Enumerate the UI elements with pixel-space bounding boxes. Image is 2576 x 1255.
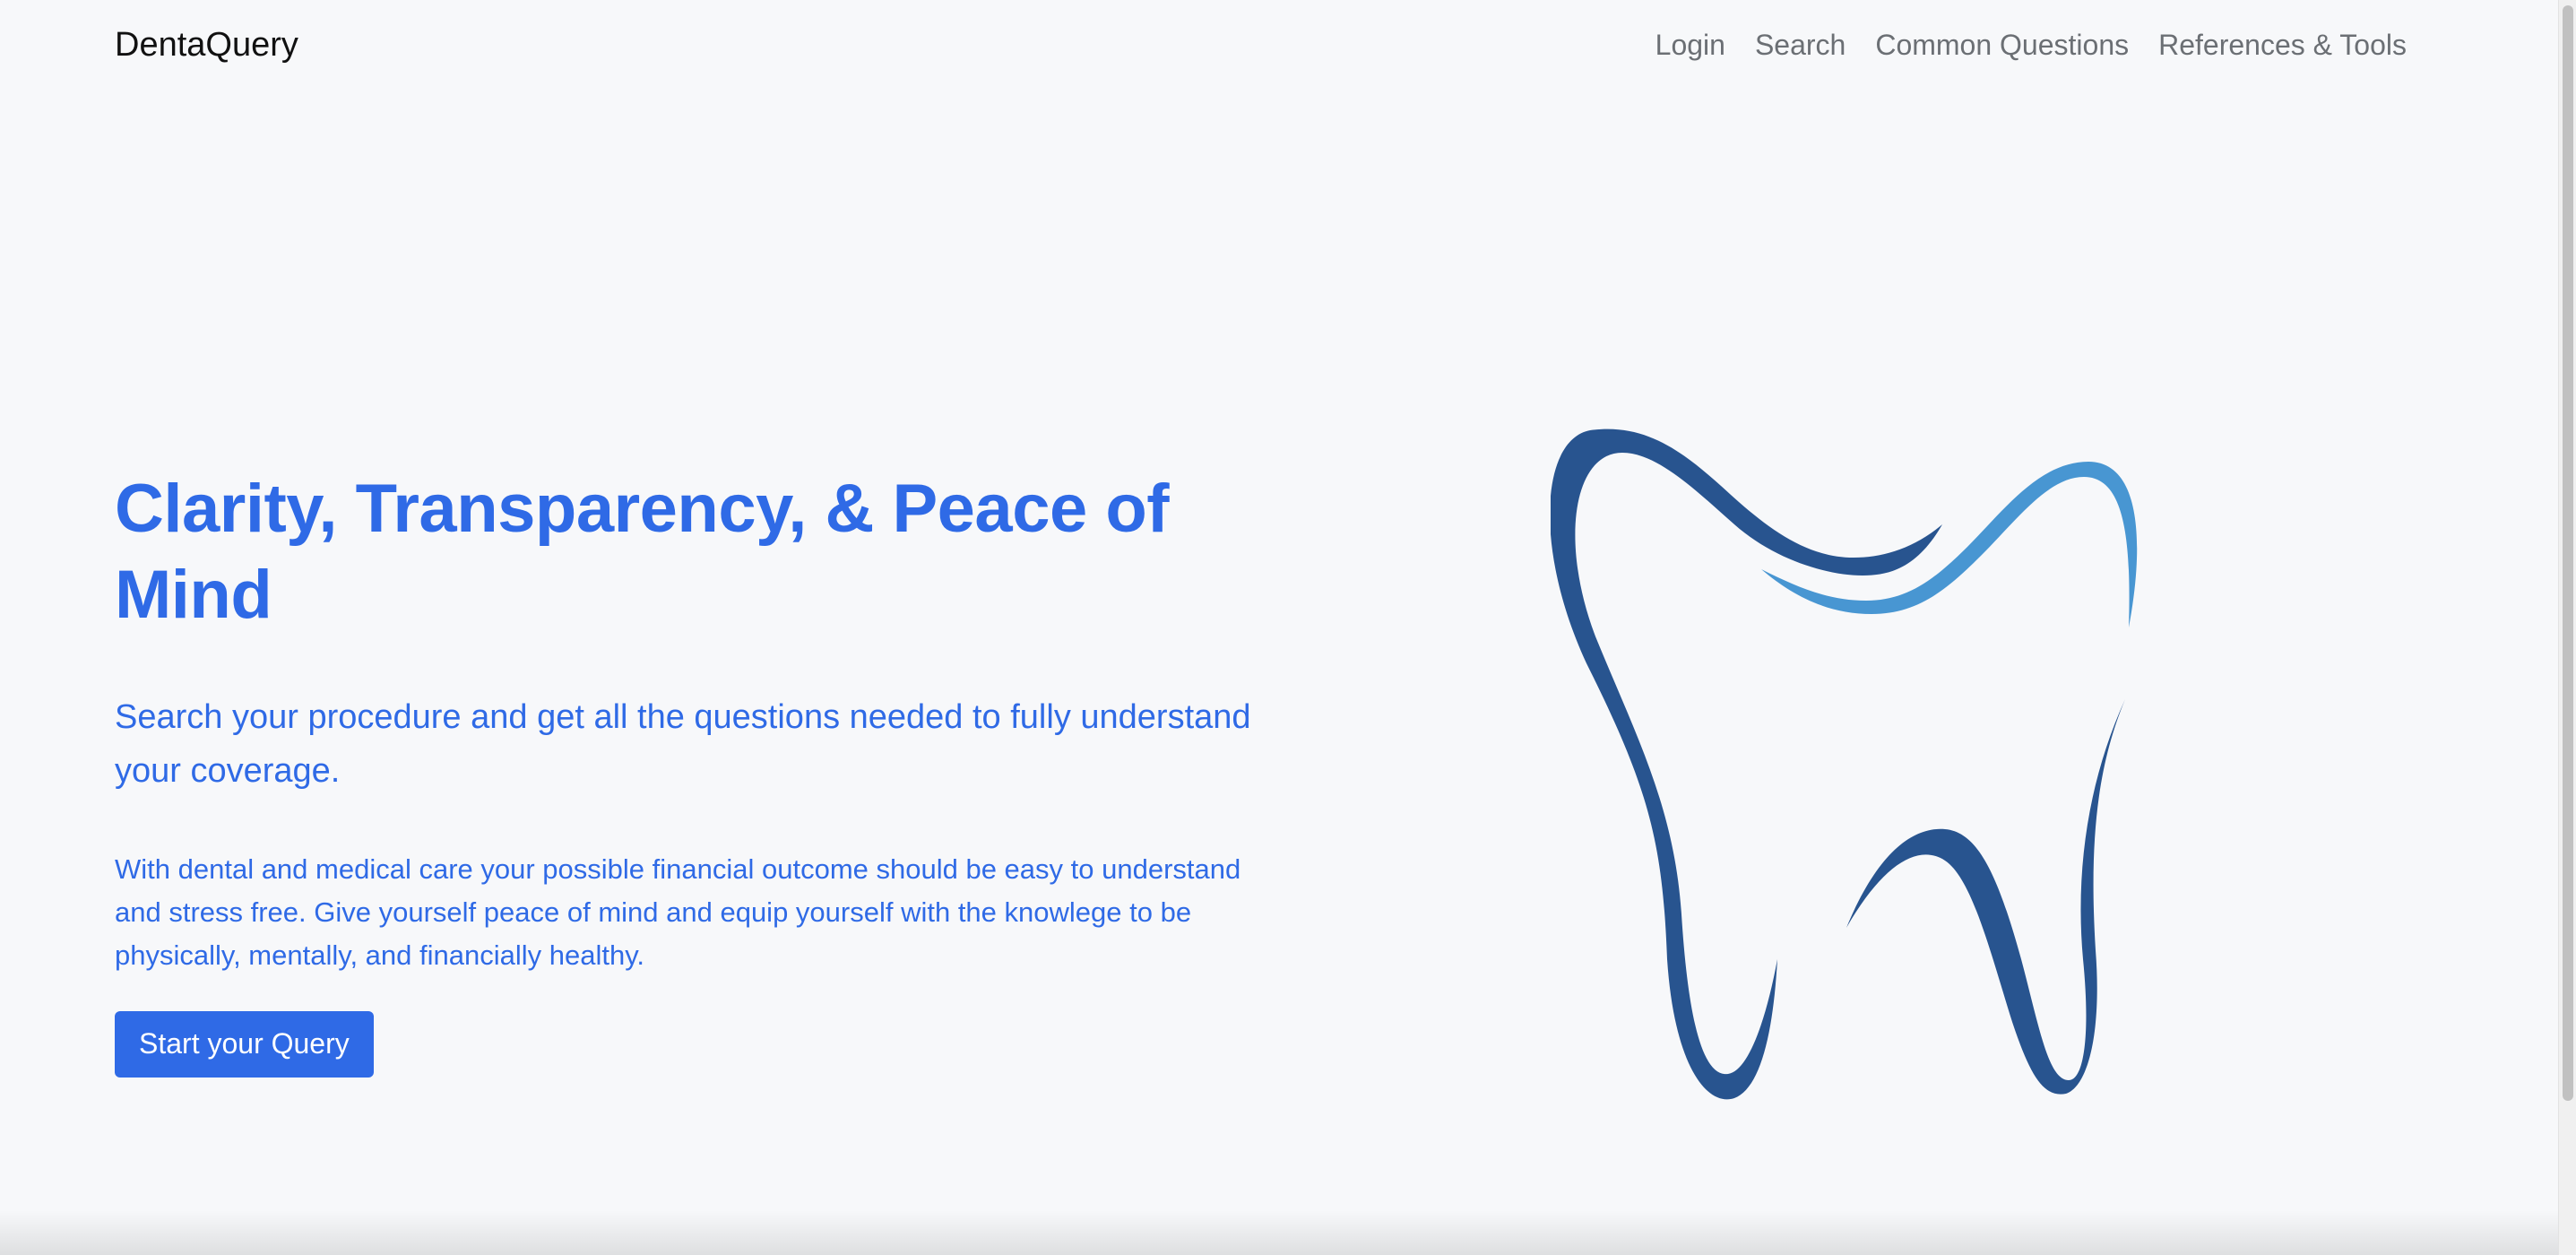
navbar: DentaQuery Login Search Common Questions… bbox=[0, 0, 2558, 91]
nav-link-login[interactable]: Login bbox=[1655, 23, 1725, 66]
page-bottom-shadow bbox=[0, 1210, 2558, 1255]
hero-body-text: With dental and medical care your possib… bbox=[115, 853, 1241, 971]
nav-links: Login Search Common Questions References… bbox=[1655, 23, 2407, 66]
tooth-light-stroke bbox=[1761, 462, 2138, 628]
nav-link-search[interactable]: Search bbox=[1755, 23, 1846, 66]
start-query-button[interactable]: Start your Query bbox=[115, 1011, 374, 1078]
vertical-scrollbar[interactable] bbox=[2558, 0, 2576, 1255]
hero-lead-text: Search your procedure and get all the qu… bbox=[115, 698, 1251, 790]
scrollbar-thumb[interactable] bbox=[2563, 5, 2573, 1101]
tooth-icon bbox=[1550, 412, 2178, 1112]
nav-link-common-questions[interactable]: Common Questions bbox=[1875, 23, 2129, 66]
hero-title: Clarity, Transparency, & Peace of Mind bbox=[115, 471, 1170, 633]
brand-logo-link[interactable]: DentaQuery bbox=[115, 23, 298, 66]
tooth-dark-stroke bbox=[1550, 428, 1942, 1100]
tooth-right-root bbox=[1846, 699, 2125, 1095]
hero-section: Clarity, Transparency, & Peace of Mind S… bbox=[115, 466, 1298, 1078]
nav-link-references-tools[interactable]: References & Tools bbox=[2158, 23, 2407, 66]
